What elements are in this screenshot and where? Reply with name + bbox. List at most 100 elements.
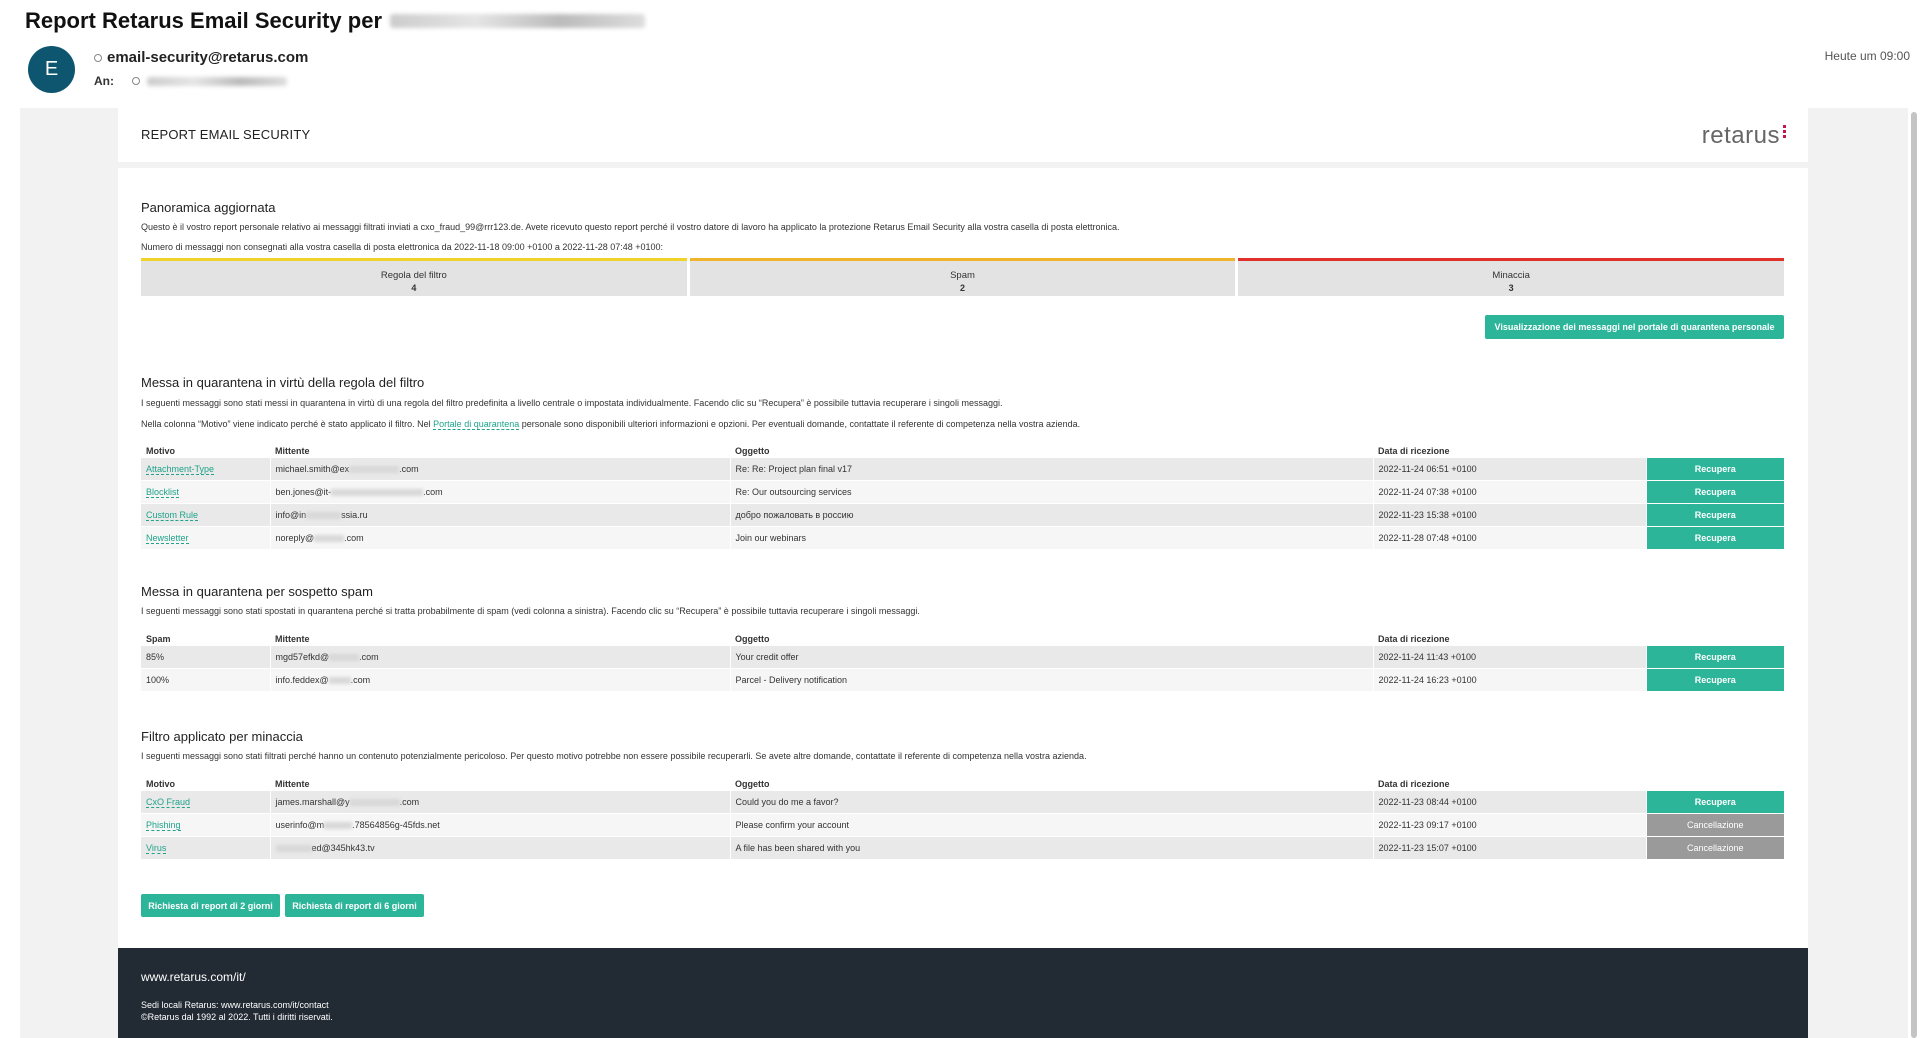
action-cell: Recupera <box>1645 668 1784 692</box>
sender-part: mgd57efkd@ <box>275 652 330 662</box>
reason-cell[interactable]: Newsletter <box>141 526 270 550</box>
col-header: Spam <box>146 634 171 644</box>
recover-button[interactable]: Recupera <box>1646 458 1784 480</box>
filter-section-text-1: I seguenti messaggi sono stati messi in … <box>141 398 1003 408</box>
redacted-domain <box>349 466 400 474</box>
footer-website-link[interactable]: www.retarus.com/it/ <box>141 970 246 984</box>
subject-cell: Join our webinars <box>729 526 1373 550</box>
action-cell: Cancellazione <box>1645 813 1784 837</box>
reason-link[interactable]: Blocklist <box>146 487 180 498</box>
recover-button[interactable]: Recupera <box>1646 481 1784 503</box>
reason-link[interactable]: Attachment-Type <box>146 464 215 475</box>
reason-cell[interactable]: Custom Rule <box>141 503 270 527</box>
table-row: Phishing userinfo@m .78564856g-45fds.net … <box>141 813 1784 837</box>
recover-button[interactable]: Recupera <box>1646 646 1784 668</box>
reason-cell[interactable]: Blocklist <box>141 480 270 504</box>
spam-section-text: I seguenti messaggi sono stati spostati … <box>141 606 920 616</box>
redacted-domain <box>328 677 351 685</box>
sender-part: info.feddex@ <box>275 675 329 685</box>
col-header: Data di ricezione <box>1378 446 1450 456</box>
logo-text: retarus <box>1701 122 1780 149</box>
request-report-2-days-button[interactable]: Richiesta di report di 2 giorni <box>141 894 280 917</box>
retarus-logo: retarus <box>1702 122 1786 150</box>
quarantine-portal-link[interactable]: Portale di quarantena <box>433 419 520 430</box>
sender-part: .com <box>344 533 364 543</box>
col-header: Data di ricezione <box>1378 779 1450 789</box>
action-cell: Recupera <box>1645 526 1784 550</box>
reason-cell[interactable]: Phishing <box>141 813 270 837</box>
filter-section-title: Messa in quarantena in virtù della regol… <box>141 375 425 390</box>
request-report-6-days-button[interactable]: Richiesta di report di 6 giorni <box>285 894 424 917</box>
stat-label: Spam <box>950 270 975 281</box>
reason-link[interactable]: Virus <box>146 843 167 854</box>
sender-part: .com <box>423 487 443 497</box>
overview-text-1: Questo è il vostro report personale rela… <box>141 222 1120 232</box>
date-cell: 2022-11-28 07:48 +0100 <box>1372 526 1646 550</box>
date-cell: 2022-11-23 09:17 +0100 <box>1372 813 1646 837</box>
sender-part: james.marshall@y <box>275 797 350 807</box>
subject-cell: Please confirm your account <box>729 813 1373 837</box>
threat-section-title: Filtro applicato per minaccia <box>141 729 303 744</box>
sender-part: michael.smith@ex <box>275 464 350 474</box>
footer-copyright: ©Retarus dal 1992 al 2022. Tutti i dirit… <box>141 1012 333 1022</box>
mail-subject: Report Retarus Email Security per <box>25 8 646 34</box>
table-row: Blocklist ben.jones@it- .com Re: Our outs… <box>141 480 1784 504</box>
reason-link[interactable]: Custom Rule <box>146 510 199 521</box>
stat-label: Minaccia <box>1492 270 1530 281</box>
col-header: Oggetto <box>735 446 770 456</box>
footer-offices: Sedi locali Retarus: www.retarus.com/it/… <box>141 1000 329 1010</box>
vertical-scrollbar[interactable] <box>1910 112 1918 1038</box>
report-footer: www.retarus.com/it/ Sedi locali Retarus:… <box>118 948 1808 1038</box>
stat-label: Regola del filtro <box>380 270 447 281</box>
sender-part: userinfo@m <box>275 820 325 830</box>
action-cell: Cancellazione <box>1645 836 1784 860</box>
subject-cell: Re: Our outsourcing services <box>729 480 1373 504</box>
date-cell: 2022-11-24 16:23 +0100 <box>1372 668 1646 692</box>
redacted-domain <box>324 822 353 830</box>
scrollbar-thumb[interactable] <box>1911 112 1917 1038</box>
redacted-domain <box>331 489 424 497</box>
threat-table: Motivo Mittente Oggetto Data di ricezion… <box>141 775 1784 860</box>
recover-button[interactable]: Recupera <box>1646 669 1784 691</box>
reason-link[interactable]: Newsletter <box>146 533 189 544</box>
threat-section-text: I seguenti messaggi sono stati filtrati … <box>141 751 1087 761</box>
sender-part: .78564856g-45fds.net <box>352 820 440 830</box>
subject-cell: добро пожаловать в россию <box>729 503 1373 527</box>
recover-button[interactable]: Recupera <box>1646 791 1784 813</box>
delete-button[interactable]: Cancellazione <box>1646 837 1784 859</box>
col-header: Mittente <box>275 634 310 644</box>
stat-spam: Spam 2 <box>689 258 1236 296</box>
stat-filter-rule: Regola del filtro 4 <box>141 258 687 296</box>
redacted-domain <box>349 799 400 807</box>
col-header-action <box>1646 442 1784 458</box>
recover-button[interactable]: Recupera <box>1646 504 1784 526</box>
recover-button[interactable]: Recupera <box>1646 527 1784 549</box>
logo-dots-icon <box>1783 125 1786 140</box>
stat-count: 2 <box>960 283 966 293</box>
sender-address[interactable]: email-security@retarus.com <box>94 49 308 66</box>
date-cell: 2022-11-24 06:51 +0100 <box>1372 458 1646 481</box>
delete-button[interactable]: Cancellazione <box>1646 814 1784 836</box>
col-header: Data di ricezione <box>1378 634 1450 644</box>
status-dot-icon <box>132 77 140 85</box>
reason-cell[interactable]: Virus <box>141 836 270 860</box>
redacted-recipient-address[interactable] <box>147 76 287 86</box>
subject-cell: A file has been shared with you <box>729 836 1373 860</box>
status-dot-icon <box>94 53 102 62</box>
reason-cell[interactable]: Attachment-Type <box>141 458 270 481</box>
recipient-line: An: <box>94 74 287 88</box>
to-label: An: <box>94 74 114 88</box>
sender-cell: ed@345hk43.tv <box>269 836 730 860</box>
overview-title: Panoramica aggiornata <box>141 200 276 215</box>
reason-link[interactable]: Phishing <box>146 820 181 831</box>
col-header-action <box>1646 630 1784 646</box>
mail-header: Report Retarus Email Security per E emai… <box>0 0 1920 108</box>
reason-cell[interactable]: CxO Fraud <box>141 791 270 814</box>
spam-score-cell: 100% <box>141 668 270 692</box>
overview-text-2: Numero di messaggi non consegnati alla v… <box>141 242 664 252</box>
sender-part: ed@345hk43.tv <box>311 843 375 853</box>
date-cell: 2022-11-24 07:38 +0100 <box>1372 480 1646 504</box>
quarantine-portal-button[interactable]: Visualizzazione dei messaggi nel portale… <box>1485 315 1784 339</box>
table-row: CxO Fraud james.marshall@y .com Could you… <box>141 791 1784 814</box>
reason-link[interactable]: CxO Fraud <box>146 797 191 808</box>
